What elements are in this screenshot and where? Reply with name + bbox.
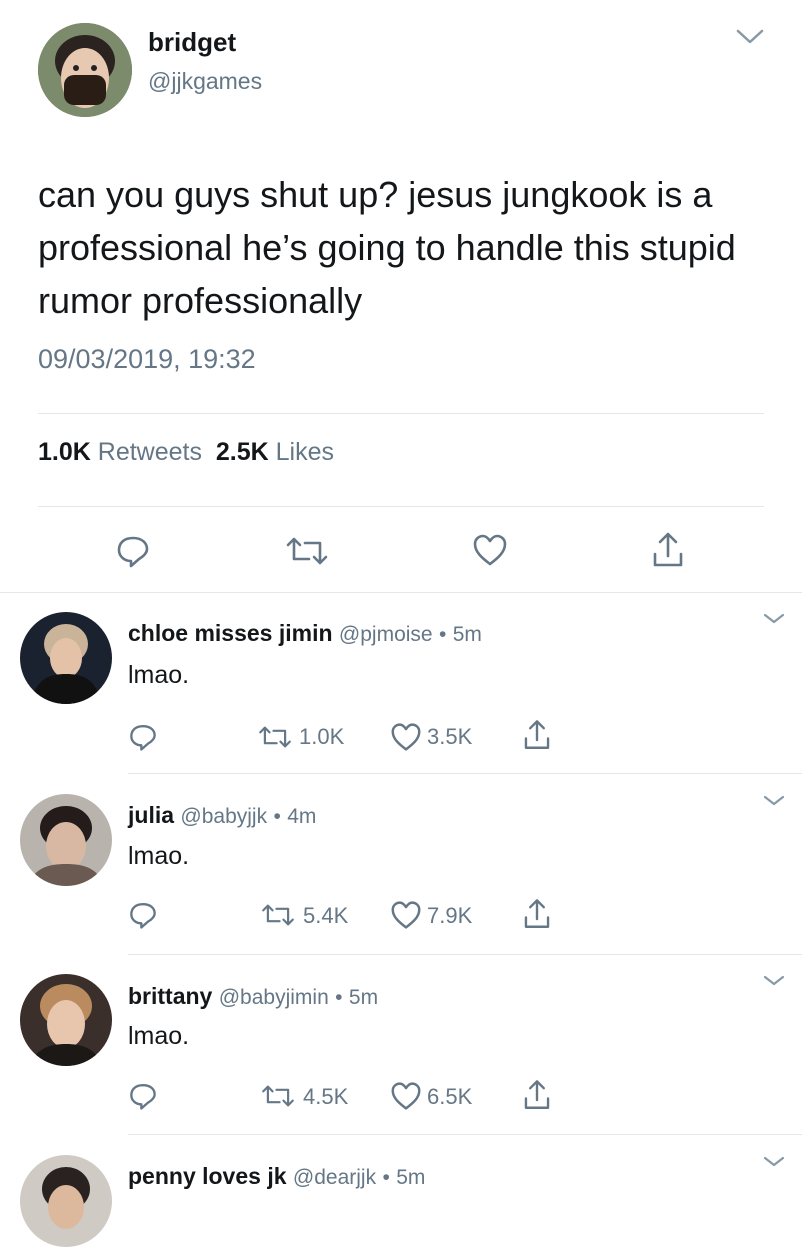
reply-icon[interactable] bbox=[128, 1081, 158, 1111]
avatar-reply[interactable] bbox=[20, 1155, 112, 1247]
reply-time: 5m bbox=[348, 986, 379, 1009]
reply-time: 4m bbox=[287, 805, 317, 828]
divider bbox=[128, 954, 802, 955]
like-count: 6.5K bbox=[427, 1084, 473, 1109]
separator-dot: • bbox=[335, 986, 343, 1009]
chevron-down-icon[interactable] bbox=[762, 974, 786, 988]
avatar-photo-icon bbox=[20, 612, 112, 704]
avatar-reply[interactable] bbox=[20, 974, 112, 1066]
divider bbox=[38, 506, 764, 507]
avatar-photo-icon bbox=[38, 23, 132, 117]
main-display-name[interactable]: bridget bbox=[148, 27, 236, 58]
reply-text: lmao. bbox=[128, 661, 190, 689]
retweet-icon[interactable] bbox=[256, 723, 294, 751]
divider bbox=[0, 592, 802, 593]
tweet-text: can you guys shut up? jesus jungkook is … bbox=[38, 174, 736, 321]
avatar-photo-icon bbox=[20, 794, 112, 886]
like-icon[interactable] bbox=[390, 900, 422, 930]
divider bbox=[128, 1134, 802, 1135]
chevron-down-icon[interactable] bbox=[762, 794, 786, 808]
like-icon[interactable] bbox=[472, 533, 508, 567]
separator-dot: • bbox=[382, 1166, 390, 1189]
reply-handle[interactable]: @babyjjk bbox=[180, 805, 267, 828]
like-count: 3.5K bbox=[427, 724, 473, 749]
chevron-down-icon[interactable] bbox=[762, 1155, 786, 1169]
share-icon[interactable] bbox=[521, 897, 553, 931]
like-icon[interactable] bbox=[390, 1081, 422, 1111]
reply-handle[interactable]: @babyjimin bbox=[219, 986, 329, 1009]
reply-time: 5m bbox=[452, 623, 482, 646]
share-icon[interactable] bbox=[650, 530, 686, 570]
reply-handle[interactable]: @dearjjk bbox=[293, 1166, 376, 1189]
share-icon[interactable] bbox=[521, 1078, 553, 1112]
reply-handle[interactable]: @pjmoise bbox=[339, 623, 433, 646]
reply-icon[interactable] bbox=[128, 900, 158, 930]
share-icon[interactable] bbox=[521, 718, 553, 752]
divider bbox=[128, 773, 802, 774]
avatar-photo-icon bbox=[20, 1155, 112, 1247]
like-icon[interactable] bbox=[390, 722, 422, 752]
reply-display-name[interactable]: chloe misses jimin bbox=[128, 620, 333, 646]
retweets-count[interactable]: 1.0K bbox=[38, 438, 91, 466]
avatar-photo-icon bbox=[20, 974, 112, 1066]
tweet-stats: 1.0K Retweets 2.5K Likes bbox=[38, 438, 334, 467]
reply-time: 5m bbox=[396, 1166, 426, 1189]
separator-dot: • bbox=[273, 805, 281, 828]
reply-header: julia @babyjjk • 4m bbox=[128, 802, 316, 829]
reply-text: lmao. bbox=[128, 1022, 190, 1050]
chevron-down-icon[interactable] bbox=[762, 612, 786, 626]
retweet-count: 1.0K bbox=[299, 724, 345, 749]
separator-dot: • bbox=[439, 623, 447, 646]
reply-display-name[interactable]: julia bbox=[128, 802, 174, 828]
reply-header: penny loves jk @dearjjk • 5m bbox=[128, 1163, 425, 1190]
reply-display-name[interactable]: penny loves jk bbox=[128, 1163, 287, 1189]
retweet-count: 4.5K bbox=[303, 1084, 349, 1109]
reply-text: lmao. bbox=[128, 842, 190, 870]
likes-count[interactable]: 2.5K bbox=[216, 438, 269, 466]
main-handle[interactable]: @jjkgames bbox=[148, 68, 262, 95]
tweet-timestamp: 09/03/2019, 19:32 bbox=[38, 344, 256, 374]
chevron-down-icon[interactable] bbox=[735, 28, 765, 46]
reply-icon[interactable] bbox=[128, 722, 158, 752]
like-count: 7.9K bbox=[427, 903, 473, 928]
divider bbox=[38, 413, 764, 414]
retweet-icon[interactable] bbox=[259, 901, 297, 929]
avatar-main[interactable] bbox=[38, 23, 132, 117]
avatar-reply[interactable] bbox=[20, 794, 112, 886]
retweet-count: 5.4K bbox=[303, 903, 349, 928]
likes-label[interactable]: Likes bbox=[276, 438, 334, 466]
retweet-icon[interactable] bbox=[259, 1082, 297, 1110]
retweet-icon[interactable] bbox=[283, 533, 331, 569]
retweets-label[interactable]: Retweets bbox=[98, 438, 202, 466]
reply-icon[interactable] bbox=[115, 533, 151, 569]
avatar-reply[interactable] bbox=[20, 612, 112, 704]
reply-header: brittany @babyjimin • 5m bbox=[128, 983, 378, 1010]
reply-header: chloe misses jimin @pjmoise • 5m bbox=[128, 620, 482, 647]
reply-display-name[interactable]: brittany bbox=[128, 983, 212, 1009]
